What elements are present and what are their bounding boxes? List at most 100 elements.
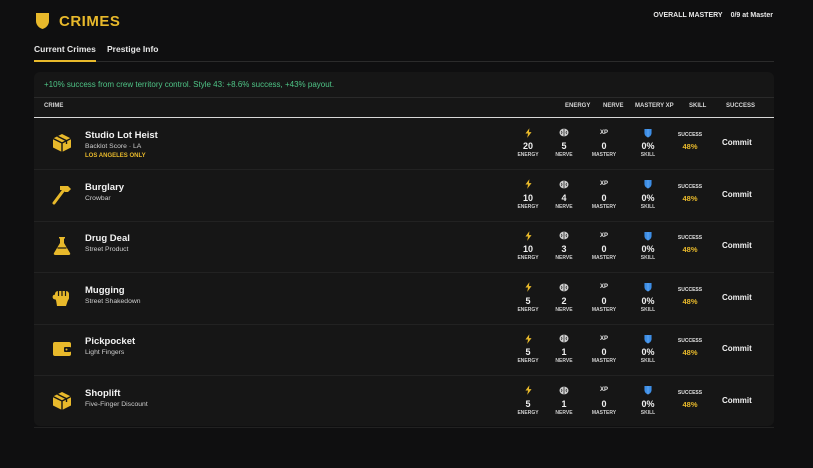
tab-current-crimes[interactable]: Current Crimes: [34, 44, 96, 62]
nerve-stat: 5 NERVE: [549, 127, 579, 159]
skill-stat: 0% SKILL: [633, 127, 663, 159]
crime-row: Studio Lot Heist Backlot Score · LA LOS AN…: [34, 119, 774, 170]
column-header-energy: ENERGY: [565, 103, 591, 109]
fist-icon: [51, 287, 73, 309]
crime-row: Burglary Crowbar 10 ENERGY 4 NERVE XP 0 MASTERY 0…: [34, 171, 774, 222]
mastery-caption: MASTERY: [591, 255, 617, 261]
success-caption: SUCCESS: [677, 338, 703, 344]
mastery-stat: XP 0 MASTERY: [589, 179, 619, 211]
nerve-stat: 1 NERVE: [549, 333, 579, 365]
nerve-value: 2: [561, 295, 567, 306]
success-value: 48%: [682, 348, 698, 357]
nerve-stat: 2 NERVE: [549, 282, 579, 314]
column-header-skill: SKILL: [689, 103, 707, 109]
energy-value: 5: [525, 398, 531, 409]
brain-icon: [559, 386, 569, 394]
energy-caption: ENERGY: [517, 358, 539, 364]
brain-icon: [559, 128, 569, 137]
mastery-caption: MASTERY: [591, 203, 617, 210]
skill-value: 0%: [641, 192, 655, 203]
commit-button[interactable]: Commit: [722, 293, 752, 302]
mastery-value: 0/9 at Master: [730, 12, 773, 19]
column-header-crime: CRIME: [44, 103, 64, 109]
nerve-value: 4: [561, 192, 567, 203]
crime-subtitle: Crowbar: [85, 194, 111, 202]
skill-shield-icon: [644, 231, 652, 240]
commit-button[interactable]: Commit: [722, 344, 752, 353]
commit-button[interactable]: Commit: [722, 396, 752, 405]
column-header-mastery-xp: MASTERY XP: [635, 103, 674, 109]
mastery-value: 0: [601, 398, 607, 409]
nerve-value: 3: [561, 244, 567, 254]
success-caption: SUCCESS: [677, 183, 703, 190]
commit-button[interactable]: Commit: [722, 241, 752, 250]
crimes-panel: +10% success from crew territory control…: [34, 72, 774, 428]
success-stat: SUCCESS 48%: [676, 338, 704, 357]
brain-icon: [559, 283, 569, 291]
mastery-stat: XP 0 MASTERY: [589, 385, 619, 417]
energy-bolt-icon: [524, 230, 532, 241]
nerve-caption: NERVE: [555, 152, 573, 158]
brain-icon: [559, 180, 569, 188]
nerve-caption: NERVE: [555, 203, 573, 210]
divider: [34, 97, 774, 98]
box-icon: [51, 390, 73, 412]
success-caption: SUCCESS: [677, 389, 703, 396]
nerve-stat: 4 NERVE: [549, 179, 579, 211]
energy-stat: 10 ENERGY: [513, 179, 543, 211]
crime-row: Mugging Street Shakedown 5 ENERGY 2 NERVE XP 0 M…: [34, 274, 774, 325]
crime-subtitle: Street Shakedown: [85, 297, 141, 305]
mastery-stat: XP 0 MASTERY: [589, 127, 619, 159]
nerve-value: 1: [561, 347, 567, 357]
energy-caption: ENERGY: [517, 152, 539, 158]
overall-mastery: OVERALL MASTERY 0/9 at Master: [653, 12, 773, 19]
energy-bolt-icon: [524, 179, 532, 189]
mastery-value: 0: [601, 295, 607, 306]
mastery-caption: MASTERY: [591, 409, 617, 416]
energy-stat: 5 ENERGY: [513, 385, 543, 417]
energy-value: 5: [525, 295, 531, 306]
mastery-value: 0: [601, 244, 607, 254]
mastery-stat: XP 0 MASTERY: [589, 333, 619, 365]
success-value: 48%: [682, 245, 698, 254]
nerve-stat: 3 NERVE: [549, 230, 579, 262]
tab-prestige-info[interactable]: Prestige Info: [107, 44, 158, 60]
xp-icon: XP: [599, 387, 608, 393]
energy-stat: 10 ENERGY: [513, 230, 543, 262]
success-stat: SUCCESS 48%: [676, 390, 704, 409]
skill-caption: SKILL: [640, 306, 656, 313]
wallet-icon: [51, 338, 73, 360]
crime-subtitle: Five-Finger Discount: [85, 400, 148, 408]
skill-caption: SKILL: [640, 255, 656, 261]
energy-bolt-icon: [524, 333, 532, 344]
brain-icon: [559, 231, 569, 240]
skill-caption: SKILL: [640, 152, 656, 158]
nerve-caption: NERVE: [555, 255, 573, 261]
skill-value: 0%: [641, 347, 655, 357]
crime-row: Shoplift Five-Finger Discount 5 ENERGY 1 NERV…: [34, 377, 774, 428]
skill-stat: 0% SKILL: [633, 385, 663, 417]
crime-subtitle: Street Product: [85, 246, 129, 253]
skill-stat: 0% SKILL: [633, 179, 663, 211]
skill-shield-icon: [644, 386, 652, 395]
commit-button[interactable]: Commit: [722, 138, 752, 147]
energy-caption: ENERGY: [517, 203, 539, 210]
crime-name: Drug Deal: [85, 233, 130, 244]
success-stat: SUCCESS 48%: [676, 235, 704, 254]
nerve-value: 1: [561, 398, 567, 409]
energy-value: 5: [525, 347, 531, 357]
commit-button[interactable]: Commit: [722, 190, 752, 199]
xp-icon: XP: [599, 284, 608, 290]
mastery-caption: MASTERY: [591, 306, 617, 313]
crime-subtitle: Backlot Score · LA: [85, 143, 142, 150]
nerve-stat: 1 NERVE: [549, 385, 579, 417]
crime-name: Shoplift: [85, 387, 121, 399]
energy-caption: ENERGY: [517, 409, 539, 416]
mastery-caption: MASTERY: [591, 358, 617, 364]
flask-icon: [51, 235, 73, 257]
success-caption: SUCCESS: [677, 235, 703, 241]
energy-value: 10: [522, 244, 533, 254]
crime-name: Studio Lot Heist: [85, 130, 158, 141]
header-divider: [34, 117, 774, 118]
skill-stat: 0% SKILL: [633, 282, 663, 314]
